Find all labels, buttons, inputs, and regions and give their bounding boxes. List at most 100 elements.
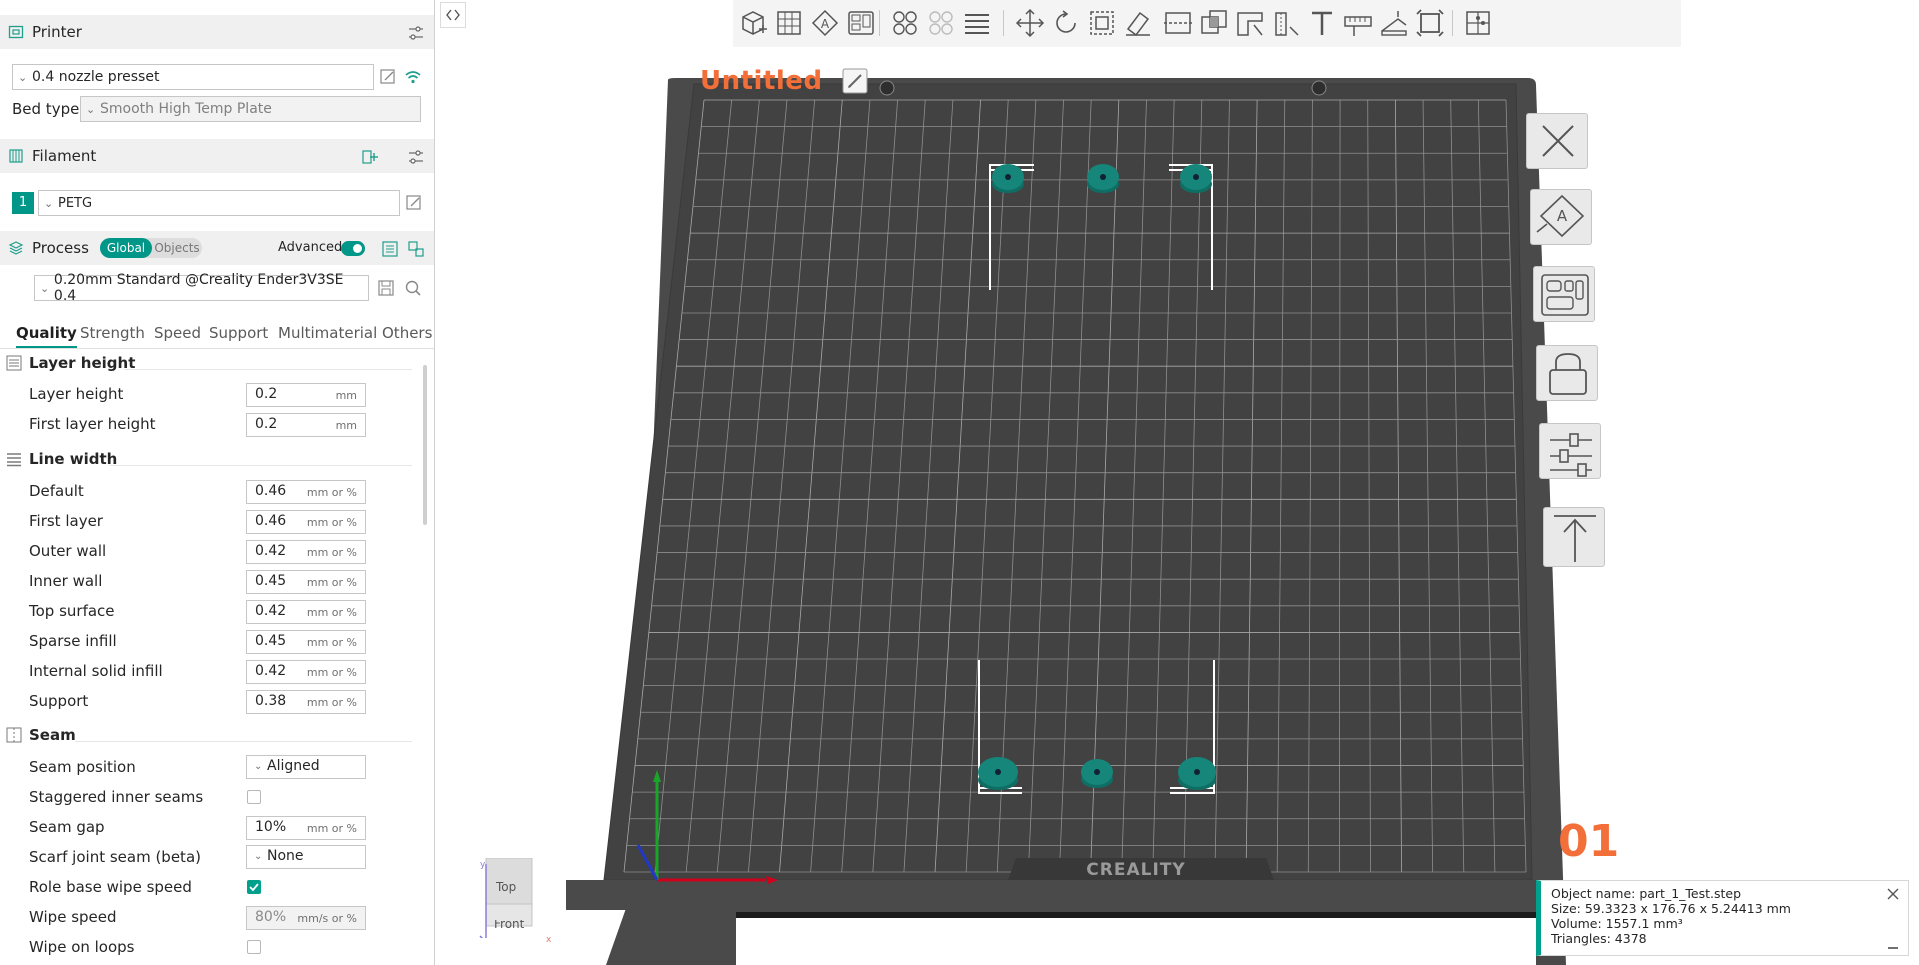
save-preset-icon[interactable] (376, 278, 396, 298)
layer-height-input[interactable]: 0.2 mm (246, 383, 366, 407)
3d-viewport[interactable]: CREALITY A Untitled A 01 Top Front y x O… (436, 0, 1919, 965)
move-icon[interactable] (1014, 7, 1046, 39)
measure-icon[interactable] (1342, 7, 1374, 39)
split-objects-icon[interactable] (889, 7, 921, 39)
process-settings-icon[interactable] (407, 240, 425, 258)
cut-icon[interactable] (1162, 7, 1194, 39)
advanced-switch[interactable] (341, 241, 365, 256)
filament-select[interactable]: ⌄ PETG (38, 190, 400, 216)
auto-orient-plate-button[interactable]: A (1530, 189, 1592, 245)
plate-settings-button[interactable] (1539, 423, 1601, 479)
lock-plate-button[interactable] (1536, 345, 1598, 401)
global-toggle-option[interactable]: Global (100, 238, 152, 258)
edit-title-icon[interactable] (840, 66, 870, 96)
line-width-sparse-infill-input[interactable]: 0.45 mm or % (246, 630, 366, 654)
close-icon[interactable] (1886, 887, 1900, 901)
view-cube[interactable]: Top Front y x (472, 857, 552, 945)
seam-gap-input[interactable]: 10% mm or % (246, 816, 366, 840)
seam-position-select[interactable]: ⌄ Aligned (246, 755, 366, 779)
filament-settings-icon[interactable] (407, 148, 425, 166)
compare-presets-icon[interactable] (381, 240, 399, 258)
settings-scrollbar[interactable] (423, 365, 427, 525)
part-cylinder (1081, 759, 1113, 788)
tab-speed[interactable]: Speed (154, 318, 201, 348)
search-icon[interactable] (403, 278, 423, 298)
layers-list-icon[interactable] (961, 7, 993, 39)
filament-section-header[interactable]: Filament (0, 139, 434, 173)
printer-settings-icon[interactable] (407, 24, 425, 42)
fit-view-icon[interactable] (1414, 7, 1446, 39)
rotate-icon[interactable] (1050, 7, 1082, 39)
printer-preset-value: 0.4 nozzle presset (32, 69, 160, 85)
delete-plate-button[interactable] (1526, 113, 1588, 169)
minimize-icon[interactable] (1888, 947, 1898, 949)
setting-label: Role base wipe speed (29, 878, 192, 896)
seam-paint-icon[interactable] (1270, 7, 1302, 39)
auto-orient-plate-icon: A (1536, 194, 1585, 238)
printer-section-header[interactable]: Printer (0, 15, 434, 49)
line-width-outer-wall-input[interactable]: 0.42 mm or % (246, 540, 366, 564)
input-unit: mm (335, 419, 357, 432)
toolbar-separator (879, 10, 880, 36)
printer-icon (8, 24, 24, 40)
line-width-inner-wall-input[interactable]: 0.45 mm or % (246, 570, 366, 594)
line-width-internal-solid-infill-input[interactable]: 0.42 mm or % (246, 660, 366, 684)
printer-preset-select[interactable]: ⌄ 0.4 nozzle presset (12, 64, 374, 90)
input-value: 0.45 (255, 633, 287, 649)
global-objects-toggle[interactable]: Global Objects (100, 238, 202, 258)
wipe-on-loops-checkbox[interactable] (247, 940, 261, 954)
tab-others[interactable]: Others (382, 318, 432, 348)
group-title: Line width (29, 450, 118, 468)
objects-toggle-option[interactable]: Objects (152, 238, 202, 258)
edit-filament-icon[interactable] (404, 193, 424, 213)
arrange-plate-icon (1541, 274, 1589, 316)
edit-printer-icon[interactable] (378, 67, 398, 87)
add-filament-icon[interactable] (361, 148, 379, 166)
add-cube-icon[interactable] (737, 7, 769, 39)
scarf-joint-select[interactable]: ⌄ None (246, 845, 366, 869)
line-width-support-input[interactable]: 0.38 mm or % (246, 690, 366, 714)
staggered-inner-seams-checkbox[interactable] (247, 790, 261, 804)
tab-quality[interactable]: Quality (16, 318, 77, 348)
support-paint-icon[interactable] (1234, 7, 1266, 39)
assembly-icon[interactable] (1378, 7, 1410, 39)
tab-multimaterial[interactable]: Multimaterial (278, 318, 377, 348)
wipe-speed-input[interactable]: 80% mm/s or % (246, 906, 366, 930)
line-width-top-surface-input[interactable]: 0.42 mm or % (246, 600, 366, 624)
bed-type-select[interactable]: ⌄ Smooth High Temp Plate (80, 96, 421, 122)
collapse-panel-button[interactable] (440, 2, 466, 28)
part-cylinder (992, 164, 1024, 193)
puzzle-icon[interactable] (1462, 7, 1494, 39)
svg-text:A: A (821, 17, 830, 31)
arrange-grid-icon[interactable] (773, 7, 805, 39)
input-value: 0.38 (255, 693, 287, 709)
tab-strength[interactable]: Strength (80, 318, 145, 348)
role-base-wipe-speed-checkbox[interactable] (247, 880, 261, 894)
group-line-width: Line width (6, 450, 117, 468)
text-icon[interactable] (1306, 7, 1338, 39)
input-unit: mm or % (306, 486, 357, 499)
top-toolbar: A (733, 0, 1681, 47)
arrange-plate-button[interactable] (1533, 266, 1595, 322)
plate-layout-icon[interactable] (845, 7, 877, 39)
part-cylinder (1180, 164, 1212, 193)
object-triangles: Triangles: 4378 (1551, 931, 1647, 946)
process-preset-select[interactable]: ⌄ 0.20mm Standard @Creality Ender3V3SE 0… (34, 272, 369, 304)
scale-icon[interactable] (1086, 7, 1118, 39)
filament-index-badge[interactable]: 1 (12, 192, 34, 214)
select-value: None (267, 848, 304, 864)
first-layer-height-input[interactable]: 0.2 mm (246, 413, 366, 437)
tab-support[interactable]: Support (209, 318, 268, 348)
split-parts-icon[interactable] (925, 7, 957, 39)
input-value: 0.46 (255, 513, 287, 529)
auto-orient-icon[interactable]: A (809, 7, 841, 39)
move-to-top-button[interactable] (1543, 507, 1605, 567)
line-width-first-layer-input[interactable]: 0.46 mm or % (246, 510, 366, 534)
wifi-icon[interactable] (403, 67, 423, 87)
boolean-icon[interactable] (1198, 7, 1230, 39)
input-value: 0.45 (255, 573, 287, 589)
plate-settings-icon (1550, 433, 1592, 477)
setting-label: Support (29, 692, 89, 710)
paint-eraser-icon[interactable] (1122, 7, 1154, 39)
line-width-default-input[interactable]: 0.46 mm or % (246, 480, 366, 504)
